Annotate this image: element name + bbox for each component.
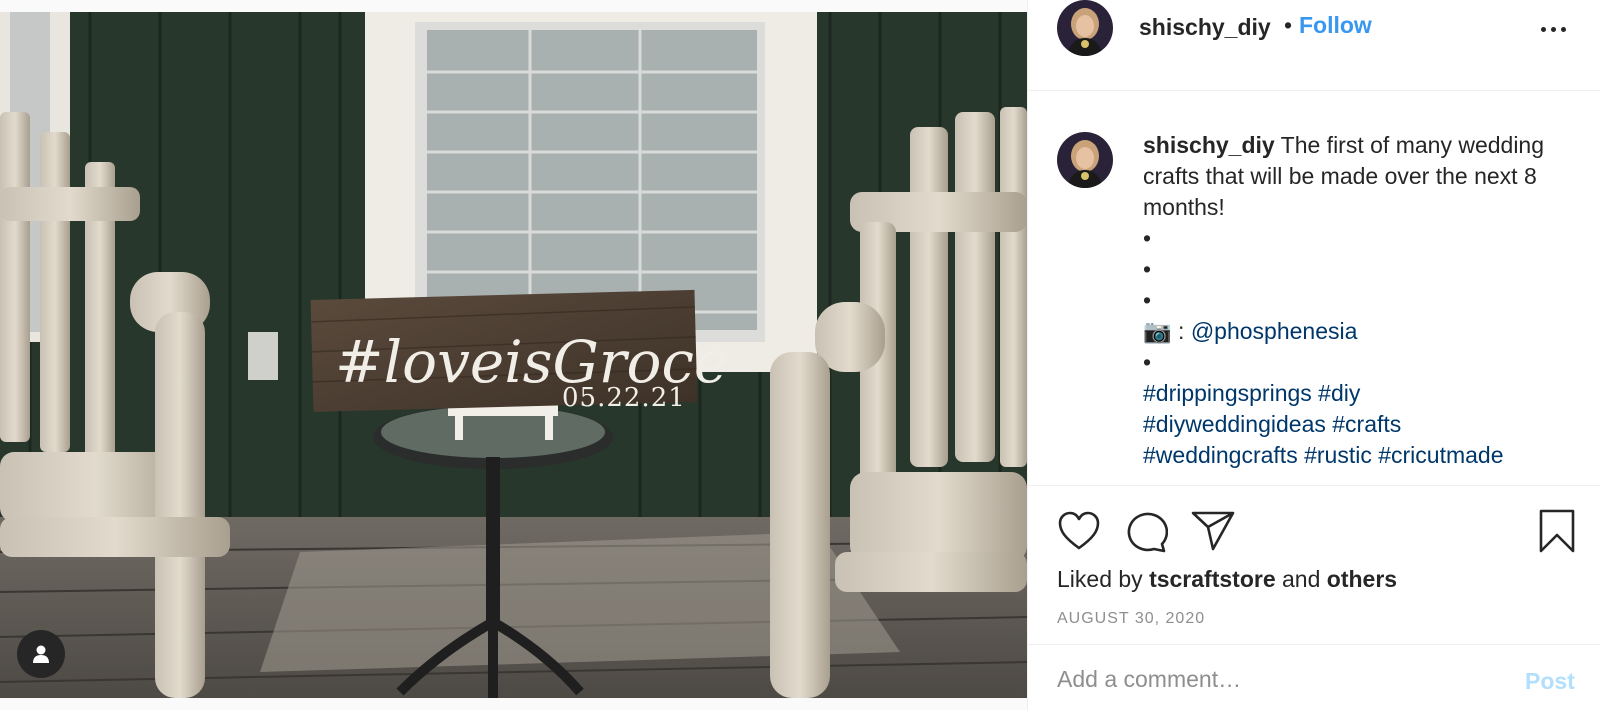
- caption-bullet: •: [1143, 225, 1152, 251]
- comment-button[interactable]: [1124, 511, 1169, 558]
- header-separator: •: [1284, 12, 1293, 38]
- photographer-mention-link[interactable]: @phosphenesia: [1191, 318, 1358, 344]
- post-sidebar: shischy_diy • Follow shischy_diy The fir…: [1027, 0, 1600, 710]
- author-avatar[interactable]: [1057, 0, 1113, 56]
- hashtag-link[interactable]: #crafts: [1332, 411, 1401, 437]
- heart-icon: [1058, 511, 1100, 550]
- liked-by-and: and: [1275, 566, 1327, 592]
- caption-username[interactable]: shischy_diy: [1143, 132, 1275, 158]
- like-button[interactable]: [1057, 511, 1101, 556]
- comment-icon: [1127, 512, 1169, 553]
- credit-separator: :: [1171, 318, 1191, 344]
- hashtag-link[interactable]: #diy: [1318, 380, 1360, 406]
- sign-date: 05.22.21: [562, 383, 686, 413]
- liked-by-user-link[interactable]: tscraftstore: [1149, 566, 1276, 592]
- post-date[interactable]: AUGUST 30, 2020: [1057, 610, 1205, 628]
- tagged-users-button[interactable]: [17, 630, 65, 678]
- caption-bullet: •: [1143, 287, 1152, 313]
- hashtag-link[interactable]: #weddingcrafts: [1143, 442, 1298, 468]
- caption-avatar[interactable]: [1057, 132, 1113, 188]
- user-tag-icon: [33, 645, 49, 663]
- share-icon: [1191, 511, 1235, 551]
- share-button[interactable]: [1191, 511, 1235, 556]
- comment-input[interactable]: [1057, 662, 1497, 696]
- post-comment-button[interactable]: Post: [1525, 668, 1575, 695]
- post-caption: shischy_diy The first of many wedding cr…: [1143, 130, 1583, 471]
- liked-by-text: Liked by tscraftstore and others: [1057, 566, 1397, 593]
- caption-bullet: •: [1143, 256, 1152, 282]
- hashtag-link[interactable]: #cricutmade: [1378, 442, 1503, 468]
- porch-scene-image: #loveisGroce 05.22.21: [0, 12, 1027, 698]
- bookmark-icon: [1539, 509, 1575, 553]
- post-header: shischy_diy • Follow: [1028, 0, 1600, 91]
- follow-button[interactable]: Follow: [1299, 12, 1372, 39]
- hashtag-link[interactable]: #drippingsprings: [1143, 380, 1312, 406]
- hashtag-link[interactable]: #rustic: [1304, 442, 1372, 468]
- camera-icon: 📷: [1143, 318, 1172, 344]
- more-options-icon[interactable]: [1541, 19, 1573, 39]
- author-username[interactable]: shischy_diy: [1139, 14, 1271, 41]
- comment-form: Post: [1028, 646, 1600, 710]
- caption-area: shischy_diy The first of many wedding cr…: [1028, 92, 1600, 484]
- post-photo[interactable]: #loveisGroce 05.22.21: [0, 0, 1027, 710]
- avatar-image: [1057, 0, 1113, 56]
- avatar-image: [1057, 132, 1113, 188]
- liked-by-prefix: Liked by: [1057, 566, 1150, 592]
- save-button[interactable]: [1538, 509, 1576, 558]
- hashtag-link[interactable]: #diyweddingideas: [1143, 411, 1326, 437]
- liked-by-others-link[interactable]: others: [1327, 566, 1397, 592]
- caption-bullet: •: [1143, 349, 1152, 375]
- post-actions: Liked by tscraftstore and others AUGUST …: [1028, 485, 1600, 645]
